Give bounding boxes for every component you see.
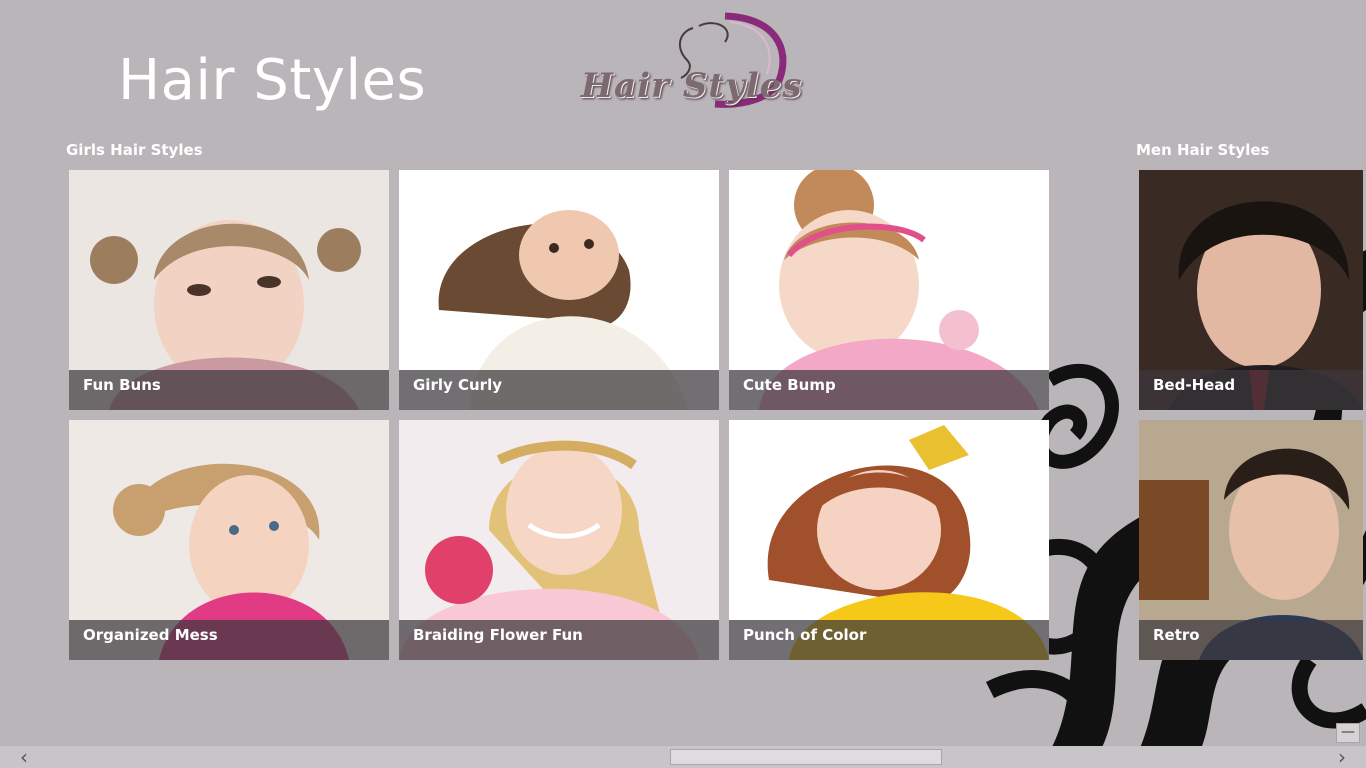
group-header-girls[interactable]: Girls Hair Styles	[66, 141, 203, 159]
page-title: Hair Styles	[118, 48, 427, 113]
scroll-right-button[interactable]: ›	[1322, 746, 1362, 768]
group-header-men[interactable]: Men Hair Styles	[1136, 141, 1269, 159]
minimize-icon: —	[1341, 724, 1355, 740]
minimize-button[interactable]: —	[1336, 723, 1360, 743]
tile-punch-of-color[interactable]: Punch of Color	[729, 420, 1049, 660]
scroll-left-button[interactable]: ‹	[4, 746, 44, 768]
scroll-thumb[interactable]	[670, 749, 942, 765]
tile-bed-head[interactable]: Bed-Head	[1139, 170, 1363, 410]
logo-text: Hair Styles	[581, 66, 803, 106]
chevron-left-icon: ‹	[20, 745, 28, 768]
tile-label: Braiding Flower Fun	[399, 620, 719, 660]
tile-fun-buns[interactable]: Fun Buns	[69, 170, 389, 410]
horizontal-scrollbar[interactable]: ‹ ›	[0, 746, 1366, 768]
chevron-right-icon: ›	[1338, 745, 1346, 768]
tile-label: Retro	[1139, 620, 1363, 660]
tile-organized-mess[interactable]: Organized Mess	[69, 420, 389, 660]
tile-girly-curly[interactable]: Girly Curly	[399, 170, 719, 410]
app-window: Hair Styles Hair Styles Girls Hair Style…	[0, 0, 1366, 768]
tile-cute-bump[interactable]: Cute Bump	[729, 170, 1049, 410]
app-logo: Hair Styles	[575, 8, 802, 116]
tile-label: Fun Buns	[69, 370, 389, 410]
tile-label: Girly Curly	[399, 370, 719, 410]
tile-label: Organized Mess	[69, 620, 389, 660]
tile-label: Bed-Head	[1139, 370, 1363, 410]
tile-label: Punch of Color	[729, 620, 1049, 660]
tile-retro[interactable]: Retro	[1139, 420, 1363, 660]
tile-label: Cute Bump	[729, 370, 1049, 410]
tile-braiding-flower-fun[interactable]: Braiding Flower Fun	[399, 420, 719, 660]
